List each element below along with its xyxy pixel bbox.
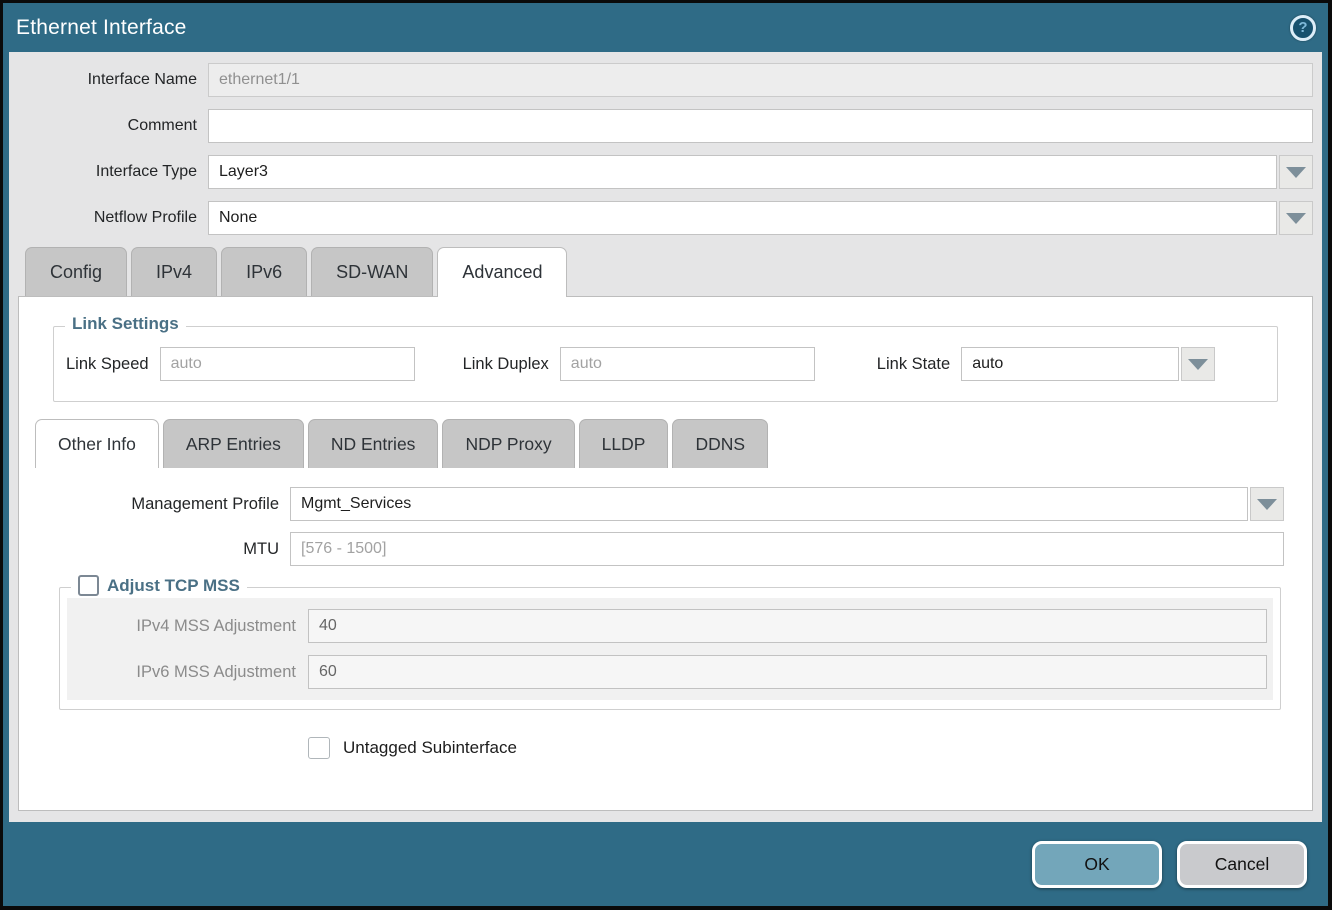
untagged-subinterface-row: Untagged Subinterface (308, 737, 1296, 759)
netflow-profile-dropdown-button[interactable] (1279, 201, 1313, 235)
link-state-dropdown-button[interactable] (1181, 347, 1215, 381)
interface-type-dropdown-button[interactable] (1279, 155, 1313, 189)
mtu-row: MTU (35, 532, 1284, 566)
tab-nd-entries[interactable]: ND Entries (308, 419, 439, 468)
dialog-title: Ethernet Interface (16, 16, 187, 40)
interface-name-label: Interface Name (18, 71, 208, 89)
main-tabstrip: Config IPv4 IPv6 SD-WAN Advanced (18, 247, 1313, 296)
ethernet-interface-dialog: Ethernet Interface ? Interface Name Comm… (3, 3, 1328, 906)
advanced-tab-panel: Link Settings Link Speed Link Duplex Lin… (18, 296, 1313, 811)
tab-other-info[interactable]: Other Info (35, 419, 159, 468)
tab-lldp[interactable]: LLDP (579, 419, 669, 468)
link-speed-group: Link Speed (66, 347, 415, 381)
netflow-profile-value[interactable]: None (208, 201, 1277, 235)
tab-advanced[interactable]: Advanced (437, 247, 567, 296)
untagged-subinterface-checkbox[interactable] (308, 737, 330, 759)
dialog-body: Interface Name Comment Interface Type La… (9, 52, 1322, 822)
tab-ndp-proxy[interactable]: NDP Proxy (442, 419, 574, 468)
chevron-down-icon (1286, 213, 1306, 224)
link-settings-fieldset: Link Settings Link Speed Link Duplex Lin… (53, 326, 1278, 402)
adjust-tcp-mss-fieldset: Adjust TCP MSS IPv4 MSS Adjustment IPv6 … (59, 587, 1281, 710)
interface-type-value[interactable]: Layer3 (208, 155, 1277, 189)
untagged-subinterface-label: Untagged Subinterface (343, 738, 517, 758)
adjust-tcp-mss-checkbox[interactable] (78, 575, 99, 596)
ipv4-mss-input (308, 609, 1267, 643)
ipv6-mss-input (308, 655, 1267, 689)
ipv4-mss-label: IPv4 MSS Adjustment (73, 617, 308, 636)
link-settings-legend: Link Settings (65, 314, 186, 334)
link-duplex-label: Link Duplex (463, 355, 560, 374)
management-profile-label: Management Profile (35, 495, 290, 514)
mtu-input[interactable] (290, 532, 1284, 566)
link-duplex-group: Link Duplex (463, 347, 815, 381)
chevron-down-icon (1188, 359, 1208, 370)
ok-button[interactable]: OK (1032, 841, 1162, 888)
other-info-panel: Management Profile Mgmt_Services MTU (35, 468, 1296, 759)
netflow-profile-row: Netflow Profile None (18, 201, 1313, 235)
comment-label: Comment (18, 117, 208, 135)
adjust-tcp-mss-legend-text: Adjust TCP MSS (107, 576, 240, 596)
comment-input[interactable] (208, 109, 1313, 143)
interface-type-label: Interface Type (18, 163, 208, 181)
ipv4-mss-row: IPv4 MSS Adjustment (73, 609, 1267, 643)
help-icon[interactable]: ? (1290, 15, 1316, 41)
management-profile-row: Management Profile Mgmt_Services (35, 487, 1284, 521)
management-profile-select[interactable]: Mgmt_Services (290, 487, 1284, 521)
link-speed-input[interactable] (160, 347, 415, 381)
chevron-down-icon (1286, 167, 1306, 178)
tab-config[interactable]: Config (25, 247, 127, 296)
link-state-value[interactable]: auto (961, 347, 1179, 381)
link-speed-label: Link Speed (66, 355, 160, 374)
screen: Ethernet Interface ? Interface Name Comm… (0, 0, 1332, 910)
comment-row: Comment (18, 109, 1313, 143)
dialog-footer: OK Cancel (3, 822, 1328, 906)
interface-name-input (208, 63, 1313, 97)
tab-ddns[interactable]: DDNS (672, 419, 768, 468)
dialog-titlebar: Ethernet Interface ? (3, 3, 1328, 52)
inner-tabstrip: Other Info ARP Entries ND Entries NDP Pr… (35, 419, 1296, 468)
adjust-tcp-mss-legend: Adjust TCP MSS (71, 575, 247, 596)
tab-arp-entries[interactable]: ARP Entries (163, 419, 304, 468)
chevron-down-icon (1257, 499, 1277, 510)
mtu-label: MTU (35, 540, 290, 559)
link-state-select[interactable]: auto (961, 347, 1215, 381)
interface-name-row: Interface Name (18, 63, 1313, 97)
link-duplex-input[interactable] (560, 347, 815, 381)
tab-ipv4[interactable]: IPv4 (131, 247, 217, 296)
link-state-label: Link State (877, 355, 961, 374)
netflow-profile-select[interactable]: None (208, 201, 1313, 235)
link-settings-row: Link Speed Link Duplex Link State auto (66, 347, 1265, 381)
management-profile-value[interactable]: Mgmt_Services (290, 487, 1248, 521)
link-state-group: Link State auto (877, 347, 1215, 381)
management-profile-dropdown-button[interactable] (1250, 487, 1284, 521)
mss-disabled-area: IPv4 MSS Adjustment IPv6 MSS Adjustment (67, 598, 1273, 700)
tab-sdwan[interactable]: SD-WAN (311, 247, 433, 296)
netflow-profile-label: Netflow Profile (18, 209, 208, 227)
tab-ipv6[interactable]: IPv6 (221, 247, 307, 296)
ipv6-mss-label: IPv6 MSS Adjustment (73, 663, 308, 682)
ipv6-mss-row: IPv6 MSS Adjustment (73, 655, 1267, 689)
cancel-button[interactable]: Cancel (1177, 841, 1307, 888)
interface-type-row: Interface Type Layer3 (18, 155, 1313, 189)
interface-type-select[interactable]: Layer3 (208, 155, 1313, 189)
